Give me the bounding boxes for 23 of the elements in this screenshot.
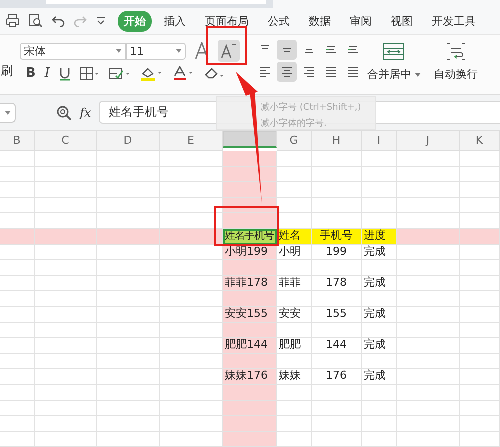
table-cell: 155 [312, 306, 362, 323]
table-cell: 176 [312, 369, 362, 385]
tooltip-description: 减小字体的字号. [261, 118, 328, 130]
table-cell: 完成 [362, 244, 397, 260]
table-cell: 完成 [362, 338, 397, 354]
table-cell: 199 [312, 244, 362, 260]
table-cell: 完成 [362, 369, 397, 385]
table-cell: 完成 [362, 276, 397, 292]
tooltip-title: 减小字号 (Ctrl+Shift+,) [261, 102, 362, 114]
table-cell: 肥肥144 [223, 338, 277, 354]
table-cell: 安安 [277, 306, 312, 323]
table-cell: 妹妹176 [223, 369, 277, 385]
table-cell: 手机号 [312, 228, 362, 245]
table-cell: 完成 [362, 306, 397, 323]
table-cell: 菲菲178 [223, 276, 277, 292]
table-cell: 安安155 [223, 306, 277, 323]
table-cell: 肥肥 [277, 338, 312, 354]
table-cell: 妹妹 [277, 369, 312, 385]
table-cell: 144 [312, 338, 362, 354]
table-cell: 小明 [277, 244, 312, 260]
table-cell: 178 [312, 276, 362, 292]
table-cell: 菲菲 [277, 276, 312, 292]
table-cell: 进度 [362, 228, 397, 245]
